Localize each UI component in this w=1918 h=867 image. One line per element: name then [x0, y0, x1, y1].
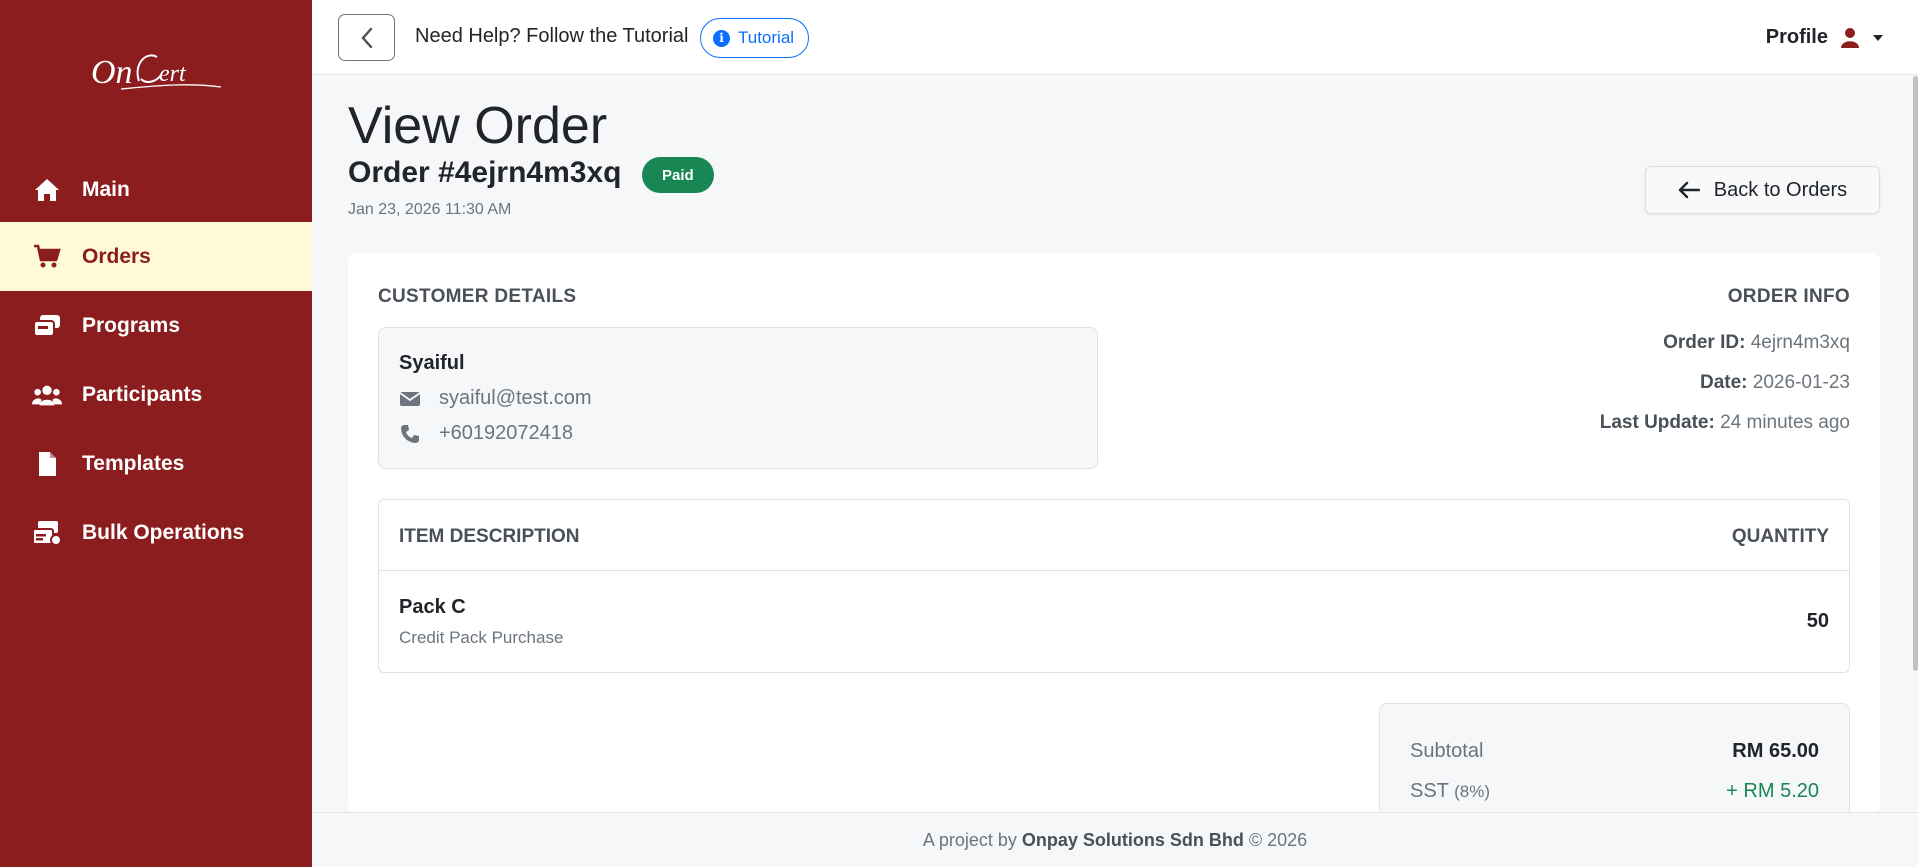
top-bar: Need Help? Follow the Tutorial i Tutoria…: [312, 0, 1918, 75]
item-description: Credit Pack Purchase: [399, 628, 564, 647]
customer-box: Syaiful syaiful@test.com +60192072418: [378, 327, 1098, 469]
back-button[interactable]: [338, 14, 395, 61]
scrollbar[interactable]: [1913, 76, 1918, 671]
arrow-left-icon: [1678, 181, 1700, 199]
sidebar-item-main[interactable]: Main: [0, 155, 312, 224]
sst-row: SST (8%) + RM 5.20: [1410, 780, 1819, 803]
sidebar-item-bulk-operations[interactable]: Bulk Operations: [0, 498, 312, 567]
profile-label: Profile: [1765, 26, 1828, 48]
users-icon: [32, 380, 62, 410]
order-id-row: Order ID: 4ejrn4m3xq: [1663, 332, 1850, 354]
cards-icon: [32, 311, 62, 341]
customer-name: Syaiful: [399, 352, 465, 374]
order-date-value: 2026-01-23: [1752, 372, 1850, 393]
svg-text:ert: ert: [159, 61, 187, 87]
caret-down-icon: [1873, 34, 1883, 41]
phone-icon: [399, 424, 421, 444]
customer-phone-row: +60192072418: [399, 422, 573, 445]
column-header-quantity: QUANTITY: [1731, 526, 1829, 547]
status-badge: Paid: [642, 157, 714, 193]
logo-script: On ert: [91, 54, 222, 91]
footer: A project by Onpay Solutions Sdn Bhd © 2…: [312, 812, 1918, 867]
sidebar-item-participants[interactable]: Participants: [0, 360, 312, 429]
cart-icon: [32, 242, 62, 272]
sst-label-group: SST (8%): [1410, 780, 1490, 803]
order-date-label: Date:: [1700, 372, 1748, 393]
sidebar-item-label: Programs: [82, 313, 181, 337]
subtotal-label: Subtotal: [1410, 740, 1484, 762]
sst-label: SST: [1410, 780, 1449, 802]
footer-copyright: © 2026: [1248, 829, 1308, 850]
svg-text:On: On: [91, 54, 133, 91]
customer-phone: +60192072418: [439, 422, 574, 444]
help-text: Need Help? Follow the Tutorial: [415, 25, 689, 47]
subtotal-value: RM 65.00: [1732, 740, 1819, 762]
bulk-icon: [32, 518, 62, 548]
profile-menu[interactable]: Profile: [1766, 26, 1884, 49]
sidebar-item-orders[interactable]: Orders: [0, 222, 312, 291]
tutorial-button[interactable]: i Tutorial: [700, 18, 810, 58]
sidebar: On ert Main Orders Programs Participants: [0, 0, 312, 867]
item-name: Pack C: [399, 596, 466, 618]
footer-company: Onpay Solutions Sdn Bhd: [1021, 829, 1244, 850]
order-datetime: Jan 23, 2026 11:30 AM: [348, 201, 512, 218]
customer-email-row: syaiful@test.com: [399, 387, 592, 410]
last-update-row: Last Update: 24 minutes ago: [1600, 412, 1850, 434]
page-title: View Order: [348, 97, 608, 155]
customer-details-heading: CUSTOMER DETAILS: [378, 286, 577, 307]
subtotal-row: Subtotal RM 65.00: [1410, 740, 1819, 763]
back-to-orders-label: Back to Orders: [1713, 178, 1848, 201]
file-icon: [32, 449, 62, 479]
sidebar-item-label: Main: [82, 177, 130, 201]
order-info-heading: ORDER INFO: [1727, 286, 1850, 307]
last-update-value: 24 minutes ago: [1720, 412, 1850, 433]
customer-email: syaiful@test.com: [439, 387, 592, 409]
sidebar-item-templates[interactable]: Templates: [0, 429, 312, 498]
home-icon: [32, 175, 62, 205]
sidebar-item-label: Bulk Operations: [82, 520, 245, 544]
items-table: ITEM DESCRIPTION QUANTITY Pack C Credit …: [378, 499, 1850, 673]
order-number: Order #4ejrn4m3xq: [348, 156, 622, 189]
order-date-row: Date: 2026-01-23: [1700, 372, 1850, 394]
last-update-label: Last Update:: [1599, 412, 1715, 433]
oncert-logo[interactable]: On ert: [0, 28, 312, 108]
sst-rate: (8%): [1454, 782, 1491, 801]
sidebar-item-programs[interactable]: Programs: [0, 291, 312, 360]
chevron-left-icon: [360, 27, 372, 48]
envelope-icon: [399, 391, 421, 407]
sidebar-item-label: Orders: [82, 244, 151, 268]
order-id-value: 4ejrn4m3xq: [1750, 332, 1850, 353]
sidebar-item-label: Participants: [82, 382, 203, 406]
footer-prefix: A project by: [922, 829, 1017, 850]
items-table-header: ITEM DESCRIPTION QUANTITY: [379, 500, 1849, 571]
sst-value: + RM 5.20: [1726, 780, 1819, 802]
order-id-label: Order ID:: [1663, 332, 1746, 353]
back-to-orders-button[interactable]: Back to Orders: [1645, 166, 1880, 214]
order-card: CUSTOMER DETAILS ORDER INFO Syaiful syai…: [348, 253, 1880, 843]
info-icon: i: [713, 29, 730, 47]
tutorial-label: Tutorial: [738, 28, 795, 47]
user-icon: [1841, 27, 1859, 48]
column-header-description: ITEM DESCRIPTION: [399, 526, 580, 547]
item-quantity: 50: [1806, 610, 1829, 632]
sidebar-item-label: Templates: [82, 451, 185, 475]
